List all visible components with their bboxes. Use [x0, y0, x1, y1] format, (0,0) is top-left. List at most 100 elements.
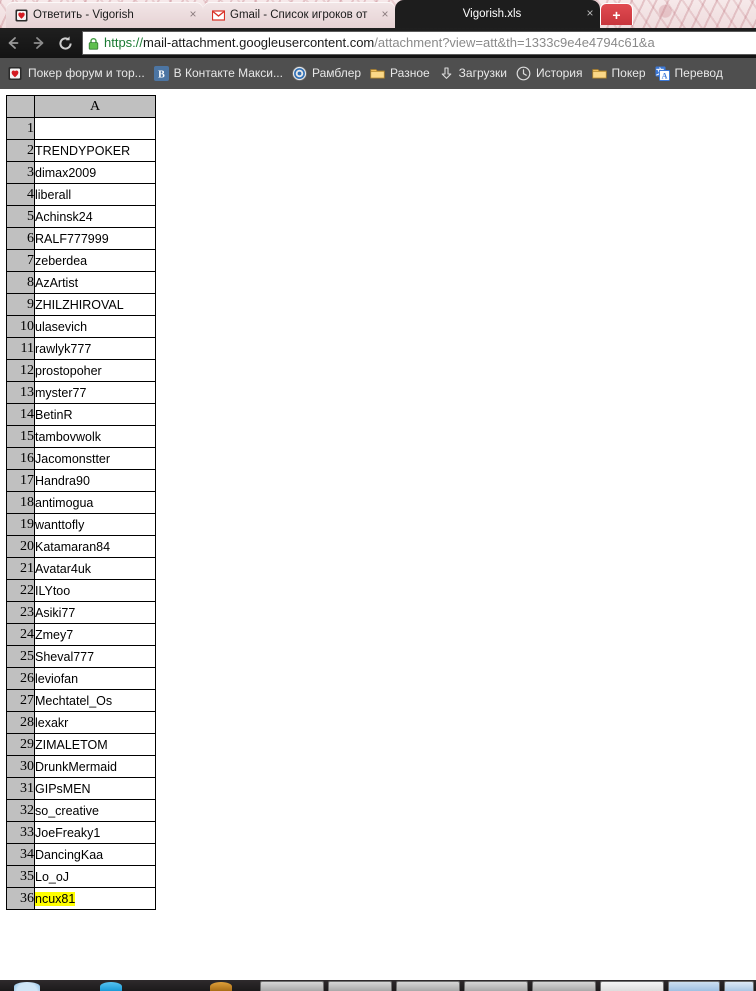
row-header[interactable]: 22: [6, 579, 35, 602]
row-header[interactable]: 18: [6, 491, 35, 514]
address-bar[interactable]: https://mail-attachment.googleuserconten…: [82, 31, 756, 55]
browser-tab-1[interactable]: Ответить - Vigorish ×: [6, 2, 203, 28]
bookmark-poker[interactable]: Покер: [590, 63, 653, 85]
cell-a1[interactable]: [34, 117, 156, 140]
select-all-corner[interactable]: [6, 95, 35, 118]
close-icon[interactable]: ×: [379, 8, 391, 21]
cell-a32[interactable]: so_creative: [34, 799, 156, 822]
back-arrow-icon[interactable]: [0, 30, 26, 56]
browser-tab-3[interactable]: Vigorish.xls ×: [395, 0, 600, 28]
cell-a10[interactable]: ulasevich: [34, 315, 156, 338]
close-icon[interactable]: ×: [187, 8, 199, 21]
taskbar-window-8[interactable]: [724, 981, 754, 991]
cell-a9[interactable]: ZHILZHIROVAL: [34, 293, 156, 316]
bookmark-translate[interactable]: 文 A Перевод: [653, 63, 730, 85]
cell-a18[interactable]: antimogua: [34, 491, 156, 514]
row-header[interactable]: 20: [6, 535, 35, 558]
row-header[interactable]: 12: [6, 359, 35, 382]
cell-a11[interactable]: rawlyk777: [34, 337, 156, 360]
row-header[interactable]: 17: [6, 469, 35, 492]
cell-a30[interactable]: DrunkMermaid: [34, 755, 156, 778]
forward-arrow-icon[interactable]: [26, 30, 52, 56]
row-header[interactable]: 4: [6, 183, 35, 206]
row-header[interactable]: 8: [6, 271, 35, 294]
taskbar-window-4[interactable]: [464, 981, 528, 991]
cell-a34[interactable]: DancingKaa: [34, 843, 156, 866]
cell-a12[interactable]: prostopoher: [34, 359, 156, 382]
cell-a36[interactable]: ncux81: [34, 887, 156, 910]
row-header[interactable]: 6: [6, 227, 35, 250]
row-header[interactable]: 7: [6, 249, 35, 272]
cell-a27[interactable]: Mechtatel_Os: [34, 689, 156, 712]
row-header[interactable]: 24: [6, 623, 35, 646]
row-header[interactable]: 19: [6, 513, 35, 536]
row-header[interactable]: 28: [6, 711, 35, 734]
cell-a15[interactable]: tambovwolk: [34, 425, 156, 448]
cell-a24[interactable]: Zmey7: [34, 623, 156, 646]
cell-a23[interactable]: Asiki77: [34, 601, 156, 624]
cell-a19[interactable]: wanttofly: [34, 513, 156, 536]
cell-a2[interactable]: TRENDYPOKER: [34, 139, 156, 162]
cell-a4[interactable]: liberall: [34, 183, 156, 206]
row-header[interactable]: 5: [6, 205, 35, 228]
row-header[interactable]: 30: [6, 755, 35, 778]
taskbar-window-5[interactable]: [532, 981, 596, 991]
row-header[interactable]: 35: [6, 865, 35, 888]
taskbar-window-3[interactable]: [396, 981, 460, 991]
browser-tab-2[interactable]: Gmail - Список игроков от ×: [203, 2, 395, 28]
cell-a7[interactable]: zeberdea: [34, 249, 156, 272]
new-tab-button[interactable]: +: [600, 3, 633, 25]
row-header[interactable]: 21: [6, 557, 35, 580]
row-header[interactable]: 27: [6, 689, 35, 712]
reload-icon[interactable]: [52, 30, 78, 56]
cell-a33[interactable]: JoeFreaky1: [34, 821, 156, 844]
row-header[interactable]: 10: [6, 315, 35, 338]
cell-a5[interactable]: Achinsk24: [34, 205, 156, 228]
cell-a26[interactable]: leviofan: [34, 667, 156, 690]
cell-a22[interactable]: ILYtoo: [34, 579, 156, 602]
row-header[interactable]: 2: [6, 139, 35, 162]
bookmark-vkontakte[interactable]: B В Контакте Макси...: [152, 63, 290, 85]
cell-a13[interactable]: myster77: [34, 381, 156, 404]
bookmark-downloads[interactable]: Загрузки: [437, 63, 514, 85]
bookmark-history[interactable]: История: [514, 63, 590, 85]
taskbar-window-6[interactable]: [600, 981, 664, 991]
cell-a3[interactable]: dimax2009: [34, 161, 156, 184]
row-header[interactable]: 34: [6, 843, 35, 866]
cell-a29[interactable]: ZIMALETOM: [34, 733, 156, 756]
close-icon[interactable]: ×: [584, 7, 596, 20]
cell-a28[interactable]: lexakr: [34, 711, 156, 734]
taskbar-icon-2[interactable]: [210, 982, 232, 991]
cell-a25[interactable]: Sheval777: [34, 645, 156, 668]
bookmark-rambler[interactable]: Рамблер: [290, 63, 368, 85]
cell-a8[interactable]: AzArtist: [34, 271, 156, 294]
row-header[interactable]: 29: [6, 733, 35, 756]
taskbar-start-orb[interactable]: [14, 982, 40, 991]
taskbar-icon-1[interactable]: [100, 982, 122, 991]
cell-a35[interactable]: Lo_oJ: [34, 865, 156, 888]
row-header[interactable]: 14: [6, 403, 35, 426]
row-header[interactable]: 31: [6, 777, 35, 800]
column-header-a[interactable]: A: [34, 95, 156, 118]
row-header[interactable]: 36: [6, 887, 35, 910]
row-header[interactable]: 1: [6, 117, 35, 140]
cell-a20[interactable]: Katamaran84: [34, 535, 156, 558]
taskbar-window-1[interactable]: [260, 981, 324, 991]
row-header[interactable]: 32: [6, 799, 35, 822]
row-header[interactable]: 33: [6, 821, 35, 844]
bookmark-raznoe[interactable]: Разное: [368, 63, 437, 85]
cell-a17[interactable]: Handra90: [34, 469, 156, 492]
taskbar-window-7[interactable]: [668, 981, 720, 991]
row-header[interactable]: 15: [6, 425, 35, 448]
row-header[interactable]: 9: [6, 293, 35, 316]
row-header[interactable]: 11: [6, 337, 35, 360]
cell-a31[interactable]: GIPsMEN: [34, 777, 156, 800]
bookmark-poker-forum[interactable]: Покер форум и тор...: [6, 63, 152, 85]
row-header[interactable]: 16: [6, 447, 35, 470]
row-header[interactable]: 13: [6, 381, 35, 404]
cell-a6[interactable]: RALF777999: [34, 227, 156, 250]
cell-a21[interactable]: Avatar4uk: [34, 557, 156, 580]
row-header[interactable]: 25: [6, 645, 35, 668]
cell-a14[interactable]: BetinR: [34, 403, 156, 426]
row-header[interactable]: 26: [6, 667, 35, 690]
